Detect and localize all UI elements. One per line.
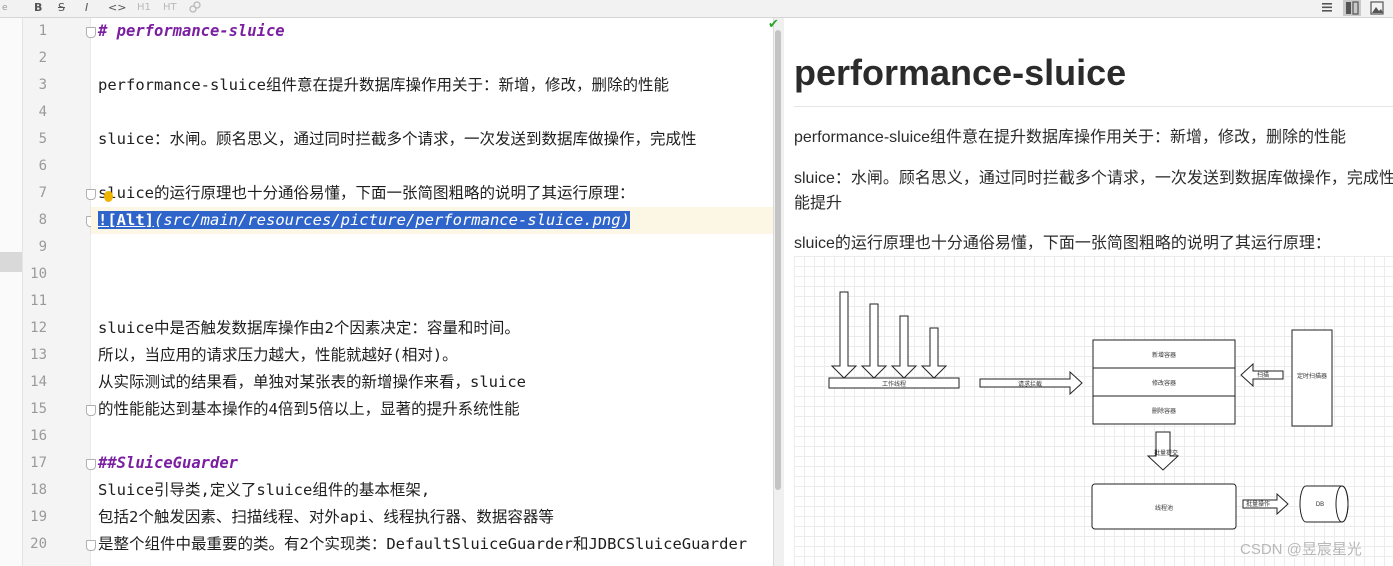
preview-only-view-icon[interactable] [1368,0,1386,16]
watermark: CSDN @昱宸星光 [1240,541,1362,558]
preview-paragraph-1: performance-sluice组件意在提升数据库操作用关于：新增，修改，删… [794,129,1347,146]
editor-line-8[interactable]: ![Alt](src/main/resources/picture/perfor… [98,207,630,234]
line-number: 20 [30,536,47,552]
line-number: 11 [30,293,47,309]
selected-text[interactable]: ![Alt](src/main/resources/picture/perfor… [98,211,630,229]
editor-line-19[interactable]: 包括2个触发因素、扫描线程、对外api、线程执行器、数据容器等 [98,504,554,531]
image-link-path: (src/main/resources/picture/performance-… [154,211,630,229]
add-container-label: 新增容器 [1152,351,1176,359]
request-arrow [830,291,858,379]
bold-button[interactable]: B [34,0,42,16]
line-number: 15 [30,401,47,417]
diagram-svg: 工作线程 请求拦截 新增容器 修改容器 删除容器 扫描 定时扫描器 批量提交 线… [828,291,1349,530]
heading-button[interactable]: HT [163,0,177,16]
editor-line-17[interactable]: ##SluiceGuarder [98,450,238,477]
line-number: 10 [30,266,47,282]
editor-only-view-icon[interactable] [1318,0,1336,16]
request-arrow [890,315,918,379]
heading1-button[interactable]: H1 [137,0,151,16]
side-strip [0,18,23,566]
line-number: 16 [30,428,47,444]
left-edge-glyph: e [2,3,8,13]
line-number: 3 [38,77,47,93]
executor-label: 线程池 [1155,504,1173,512]
timer-label: 定时扫描器 [1297,372,1327,380]
line-number: 6 [38,158,47,174]
editor-toolbar: e B S I <> H1 HT [0,0,1393,18]
line-number: 9 [38,239,47,255]
request-arrows [830,291,948,379]
request-arrow [920,327,948,379]
request-arrow [860,303,888,379]
preview-paragraph-2-line2: 能提升 [794,195,843,212]
editor-line-7[interactable]: sluice的运行原理也十分通俗易懂，下面一张简图粗略的说明了其运行原理： [98,180,635,207]
editor-line-20[interactable]: 是整个组件中最重要的类。有2个实现类：DefaultSluiceGuarder和… [98,531,747,558]
check-icon: ✔ [768,17,779,32]
markdown-preview: performance-sluice performance-sluice组件意… [786,18,1393,566]
intercept-label: 请求拦截 [1018,380,1042,388]
batch-label: 批量操作 [1246,500,1270,508]
update-container-label: 修改容器 [1152,379,1176,387]
scan-label: 扫描 [1257,371,1269,379]
db-label: DB [1316,502,1324,508]
preview-paragraph-2-line1: sluice：水闸。顾名思义，通过同时拦截多个请求，一次发送到数据库做操作，完成… [794,170,1393,187]
strip-marker [0,252,22,272]
code-button[interactable]: <> [108,0,126,16]
intention-bulb-icon[interactable] [104,191,113,202]
line-number: 7 [38,185,47,201]
editor-line-3[interactable]: performance-sluice组件意在提升数据库操作用关于：新增，修改，删… [98,72,669,99]
split-view-icon[interactable] [1343,0,1361,16]
editor-line-1[interactable]: # performance-sluice [98,18,285,45]
line-number: 8 [38,212,47,228]
editor-line-13[interactable]: 所以，当应用的请求压力越大，性能就越好(相对)。 [98,342,458,369]
line-number: 2 [38,50,47,66]
line-number: 1 [38,23,47,39]
editor-line-12[interactable]: sluice中是否触发数据库操作由2个因素决定：容量和时间。 [98,315,520,342]
commit-label: 批量提交 [1154,449,1178,457]
delete-container-label: 删除容器 [1152,407,1176,415]
line-number: 5 [38,131,47,147]
heading-text: ##SluiceGuarder [98,454,238,472]
editor-line-18[interactable]: Sluice引导类,定义了sluice组件的基本框架, [98,477,430,504]
preview-title: performance-sluice [794,52,1127,93]
worker-label: 工作线程 [882,380,906,388]
markdown-editor[interactable]: # performance-sluice performance-sluice组… [91,18,773,566]
heading-text: # performance-sluice [98,22,285,40]
line-number: 4 [38,104,47,120]
architecture-diagram: 工作线程 请求拦截 新增容器 修改容器 删除容器 扫描 定时扫描器 批量提交 线… [794,256,1393,566]
italic-button[interactable]: I [85,0,88,16]
editor-scrollbar[interactable] [775,30,781,490]
image-link-alt: ![Alt] [98,211,154,229]
strikethrough-button[interactable]: S [58,0,65,16]
line-number: 12 [30,320,47,336]
line-number: 13 [30,347,47,363]
editor-line-5[interactable]: sluice：水闸。顾名思义，通过同时拦截多个请求，一次发送到数据库做操作，完成… [98,126,697,153]
title-divider [794,106,1393,107]
preview-paragraph-3: sluice的运行原理也十分通俗易懂，下面一张简图粗略的说明了其运行原理： [794,235,1331,252]
line-number: 18 [30,482,47,498]
line-number: 19 [30,509,47,525]
editor-line-15[interactable]: 的性能能达到基本操作的4倍到5倍以上，显著的提升系统性能 [98,396,520,423]
link-icon[interactable] [189,0,201,16]
editor-line-14[interactable]: 从实际测试的结果看，单独对某张表的新增操作来看，sluice [98,369,526,396]
line-number: 14 [30,374,47,390]
line-number: 17 [30,455,47,471]
